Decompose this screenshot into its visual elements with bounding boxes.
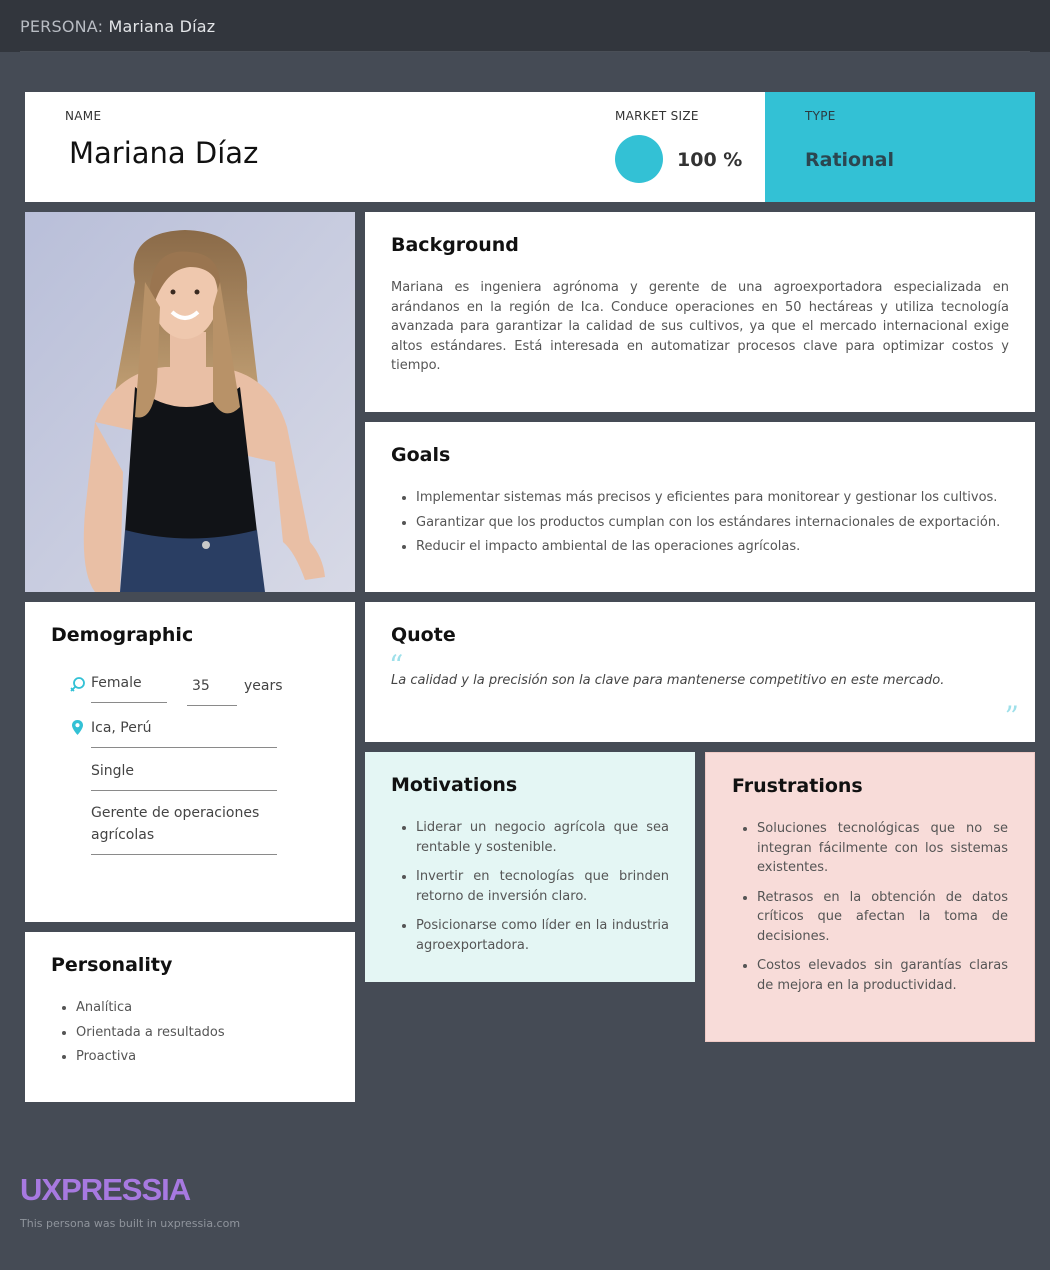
background-text[interactable]: Mariana es ingeniera agrónoma y gerente … [391, 278, 1009, 376]
persona-name: Mariana Díaz [108, 17, 216, 36]
personality-list: Analítica Orientada a resultados Proacti… [51, 998, 329, 1072]
persona-title: PERSONA: Mariana Díaz [20, 17, 215, 36]
persona-prefix: PERSONA: [20, 17, 104, 36]
list-item[interactable]: Reducir el impacto ambiental de las oper… [416, 537, 1009, 557]
gender-field[interactable]: Female [91, 672, 167, 703]
type-label: TYPE [805, 109, 836, 123]
status-field[interactable]: Single [91, 760, 277, 791]
quote-card: Quote “ La calidad y la precisión son la… [365, 602, 1035, 742]
divider [20, 51, 1030, 52]
market-size-indicator [615, 135, 663, 183]
personality-card: Personality Analítica Orientada a result… [25, 932, 355, 1102]
list-item[interactable]: Invertir en tecnologías que brinden reto… [416, 867, 669, 906]
gender-female-icon [69, 676, 86, 697]
location-field[interactable]: Ica, Perú [91, 717, 277, 748]
frustrations-card: Frustrations Soluciones tecnológicas que… [705, 752, 1035, 1042]
motivations-card: Motivations Liderar un negocio agrícola … [365, 752, 695, 982]
goals-title: Goals [391, 444, 451, 466]
list-item[interactable]: Liderar un negocio agrícola que sea rent… [416, 818, 669, 857]
background-title: Background [391, 234, 519, 256]
background-card: Background Mariana es ingeniera agrónoma… [365, 212, 1035, 412]
motivations-list: Liderar un negocio agrícola que sea rent… [391, 818, 669, 965]
header-card: NAME Mariana Díaz MARKET SIZE 100 % [25, 92, 765, 202]
frustrations-list: Soluciones tecnológicas que no se integr… [732, 819, 1008, 1005]
frustrations-title: Frustrations [732, 775, 863, 797]
age-field[interactable]: 35 [187, 675, 237, 706]
footer-note[interactable]: This persona was built in uxpressia.com [20, 1217, 240, 1230]
top-bar: PERSONA: Mariana Díaz [0, 0, 1050, 52]
list-item[interactable]: Orientada a resultados [76, 1023, 329, 1043]
personality-title: Personality [51, 954, 173, 976]
name-value[interactable]: Mariana Díaz [69, 136, 258, 170]
age-unit: years [244, 678, 283, 694]
type-panel: TYPE Rational [765, 92, 1035, 202]
list-item[interactable]: Garantizar que los productos cumplan con… [416, 513, 1009, 533]
list-item[interactable]: Soluciones tecnológicas que no se integr… [757, 819, 1008, 878]
quote-title: Quote [391, 624, 456, 646]
map-pin-icon [71, 719, 84, 740]
motivations-title: Motivations [391, 774, 518, 796]
demographic-card: Demographic Female 35 years Ica, Perú Si… [25, 602, 355, 922]
name-label: NAME [65, 109, 102, 123]
market-size-value[interactable]: 100 % [677, 149, 742, 171]
list-item[interactable]: Costos elevados sin garantías claras de … [757, 956, 1008, 995]
list-item[interactable]: Implementar sistemas más precisos y efic… [416, 488, 1009, 508]
goals-list: Implementar sistemas más precisos y efic… [391, 488, 1009, 562]
list-item[interactable]: Proactiva [76, 1047, 329, 1067]
type-value[interactable]: Rational [805, 149, 894, 171]
goals-card: Goals Implementar sistemas más precisos … [365, 422, 1035, 592]
quote-text[interactable]: La calidad y la precisión son la clave p… [391, 673, 944, 688]
market-size-label: MARKET SIZE [615, 109, 699, 123]
list-item[interactable]: Retrasos en la obtención de datos crític… [757, 888, 1008, 947]
persona-photo[interactable] [25, 212, 355, 592]
close-quote-icon: ” [1004, 700, 1019, 733]
persona-photo-image [25, 212, 355, 592]
uxpressia-logo[interactable]: UXPRESSIA [20, 1172, 191, 1208]
list-item[interactable]: Analítica [76, 998, 329, 1018]
demographic-title: Demographic [51, 624, 194, 646]
list-item[interactable]: Posicionarse como líder en la industria … [416, 916, 669, 955]
occupation-field[interactable]: Gerente de operaciones agrícolas [91, 802, 277, 855]
